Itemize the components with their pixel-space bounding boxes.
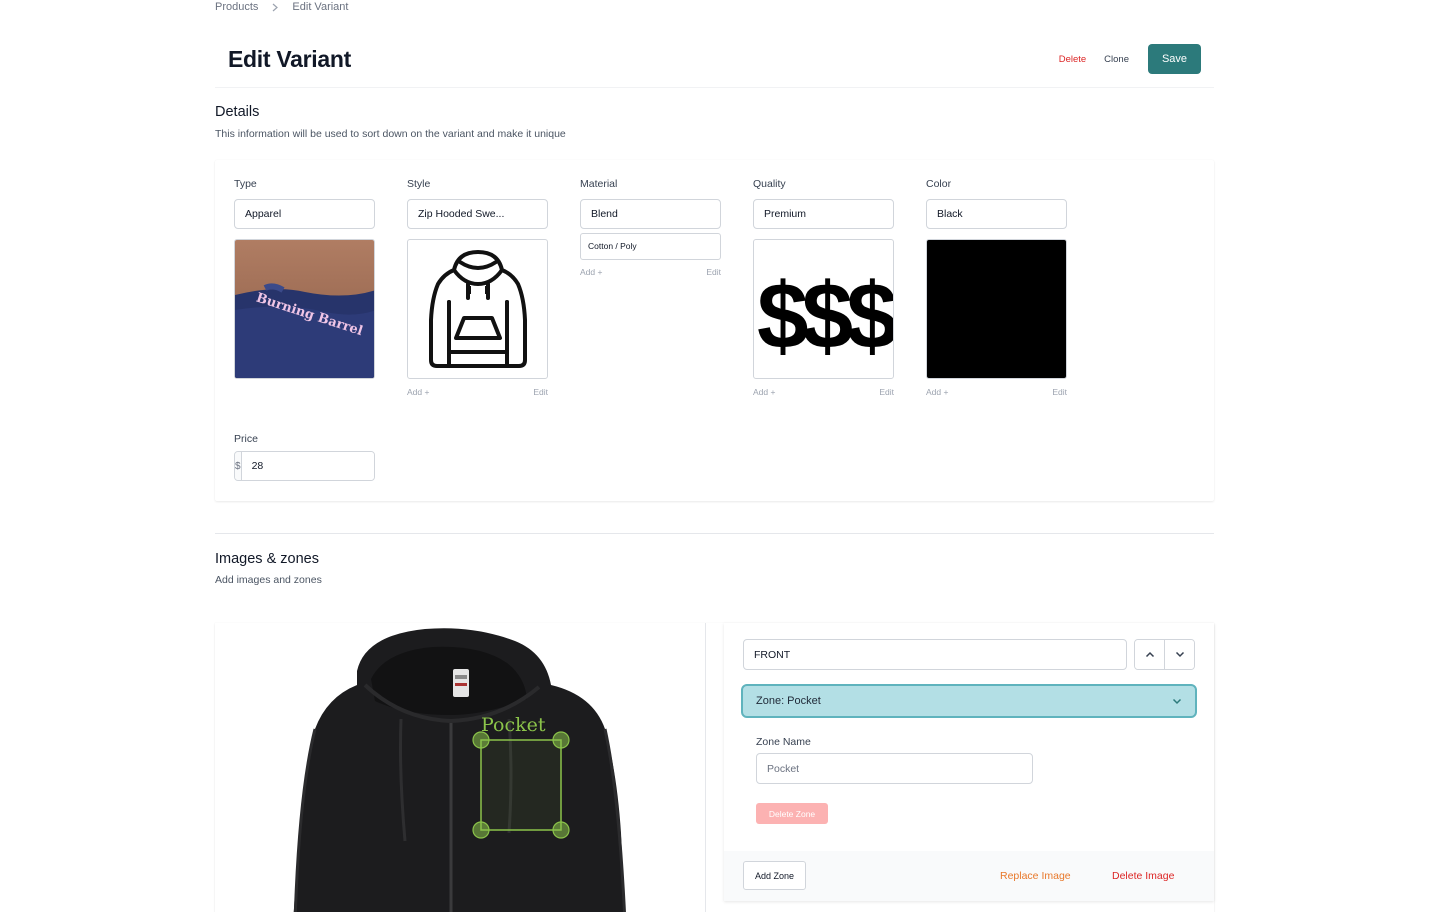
zone-accordion-label: Zone: Pocket [756, 695, 821, 707]
move-down-button[interactable] [1164, 640, 1194, 669]
page-header: Edit Variant Delete Clone Save [215, 30, 1214, 88]
style-field: Style [407, 178, 548, 229]
color-actions: Add + Edit [926, 387, 1067, 399]
color-add-link[interactable]: Add + [926, 387, 948, 397]
style-image[interactable] [407, 239, 548, 379]
type-field: Type [234, 178, 375, 229]
move-up-button[interactable] [1135, 640, 1164, 669]
tshirt-photo: Burning Barrel [235, 240, 374, 378]
view-name-input[interactable] [743, 639, 1127, 670]
color-field: Color [926, 178, 1067, 229]
zone-overlay-label: Pocket [481, 714, 546, 736]
color-swatch[interactable] [926, 239, 1067, 379]
zone-panel: Zone: Pocket Zone Name Delete Zone Add Z… [724, 623, 1214, 901]
reorder-buttons [1134, 639, 1195, 670]
replace-image-button[interactable]: Replace Image [1000, 870, 1071, 882]
zone-handle-top-right[interactable] [552, 731, 570, 749]
material-add-link[interactable]: Add + [580, 267, 602, 277]
material-label: Material [580, 178, 618, 190]
quality-field: Quality [753, 178, 894, 229]
save-button[interactable]: Save [1148, 44, 1201, 74]
quality-input[interactable] [753, 199, 894, 229]
images-title: Images & zones [215, 551, 319, 567]
quality-add-link[interactable]: Add + [753, 387, 775, 397]
chevron-down-icon [1172, 698, 1182, 704]
page-title: Edit Variant [228, 46, 351, 72]
breadcrumb-products-link[interactable]: Products [215, 1, 258, 13]
dollar-signs-image: $$$ [757, 263, 894, 368]
breadcrumb: Products Edit Variant [215, 0, 348, 14]
chevron-right-icon [272, 3, 279, 12]
material-field: Material [580, 178, 721, 229]
style-actions: Add + Edit [407, 387, 548, 399]
price-input[interactable] [241, 452, 374, 480]
add-zone-button[interactable]: Add Zone [743, 861, 806, 890]
price-label: Price [234, 433, 258, 445]
style-edit-link[interactable]: Edit [533, 387, 548, 397]
quality-label: Quality [753, 178, 786, 190]
color-input[interactable] [926, 199, 1067, 229]
chevron-down-icon [1175, 651, 1184, 658]
header-actions: Delete Clone Save [1059, 44, 1201, 74]
type-input[interactable] [234, 199, 375, 229]
type-image[interactable]: Burning Barrel [234, 239, 375, 379]
zone-handle-bottom-right[interactable] [552, 821, 570, 839]
chevron-up-icon [1145, 651, 1154, 658]
images-card: Pocket Zone: Pocket Zone Name Delete Zon… [215, 623, 1214, 912]
quality-image[interactable]: $$$ [753, 239, 894, 379]
quality-edit-link[interactable]: Edit [879, 387, 894, 397]
price-input-group: $ [234, 451, 375, 481]
style-add-link[interactable]: Add + [407, 387, 429, 397]
style-label: Style [407, 178, 431, 190]
delete-image-button[interactable]: Delete Image [1112, 870, 1174, 882]
delete-zone-button[interactable]: Delete Zone [756, 803, 828, 824]
clone-button[interactable]: Clone [1104, 54, 1129, 65]
zone-name-label: Zone Name [756, 736, 811, 748]
material-input[interactable] [580, 199, 721, 229]
section-divider [215, 533, 1214, 534]
zone-panel-footer: Add Zone Replace Image Delete Image [724, 851, 1214, 901]
style-input[interactable] [407, 199, 548, 229]
details-title: Details [215, 104, 260, 120]
zone-accordion-header[interactable]: Zone: Pocket [741, 684, 1197, 718]
dollar-signs-text: $$$ [757, 263, 894, 368]
details-card: Type Burning Barrel Style [215, 160, 1214, 501]
quality-actions: Add + Edit [753, 387, 894, 399]
material-edit-link[interactable]: Edit [706, 267, 721, 277]
material-option[interactable]: Cotton / Poly [580, 233, 721, 260]
hoodie-front-image: Pocket [293, 628, 626, 912]
hoodie-outline-icon [429, 250, 527, 368]
zone-name-input[interactable] [756, 753, 1033, 784]
color-edit-link[interactable]: Edit [1052, 387, 1067, 397]
images-subtitle: Add images and zones [215, 574, 322, 586]
zone-handle-bottom-left[interactable] [472, 821, 490, 839]
image-canvas[interactable]: Pocket [215, 623, 706, 912]
type-label: Type [234, 178, 257, 190]
color-label: Color [926, 178, 952, 190]
material-actions: Add + Edit [580, 267, 721, 279]
delete-button[interactable]: Delete [1059, 54, 1086, 65]
details-subtitle: This information will be used to sort do… [215, 128, 566, 140]
breadcrumb-current: Edit Variant [292, 1, 349, 13]
